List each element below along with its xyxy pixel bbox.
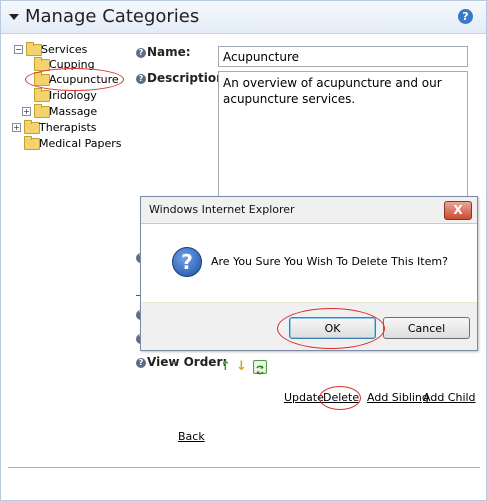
tree-label: Iridology	[49, 89, 97, 102]
description-textarea[interactable]: An overview of acupuncture and our acupu…	[218, 71, 468, 197]
folder-icon	[26, 42, 42, 56]
view-order-label-text: View Order:	[147, 355, 228, 369]
cancel-button[interactable]: Cancel	[383, 317, 470, 339]
dialog-title-bar: Windows Internet Explorer X	[141, 197, 477, 224]
back-link[interactable]: Back	[178, 430, 205, 443]
expand-icon[interactable]: +	[22, 107, 31, 116]
folder-icon	[34, 88, 50, 102]
refresh-icon-glyph	[256, 365, 264, 375]
move-down-icon[interactable]: ↓	[236, 359, 247, 374]
name-input[interactable]: Acupuncture	[218, 46, 468, 67]
collapse-arrow-icon[interactable]	[9, 14, 19, 20]
dialog-message: Are You Sure You Wish To Delete This Ite…	[211, 255, 448, 268]
add-child-link[interactable]: Add Child	[423, 391, 476, 404]
update-link[interactable]: Update	[284, 391, 324, 404]
collapse-icon[interactable]: −	[14, 45, 23, 54]
footer-divider	[8, 467, 480, 468]
folder-icon	[24, 136, 40, 150]
move-up-icon[interactable]: ↑	[220, 359, 231, 374]
tree-label: Acupuncture	[49, 73, 119, 86]
page-title: Manage Categories	[25, 6, 200, 27]
name-label-text: Name:	[147, 45, 191, 59]
close-button[interactable]: X	[444, 201, 472, 220]
view-order-label: ? View Order:	[136, 355, 227, 369]
help-icon[interactable]: ?	[458, 9, 473, 24]
confirm-dialog: Windows Internet Explorer X ? Are You Su…	[140, 196, 478, 351]
add-sibling-link[interactable]: Add Sibling	[367, 391, 429, 404]
folder-icon	[34, 57, 50, 71]
title-bar: Manage Categories ?	[1, 1, 486, 34]
tree-label: Massage	[49, 105, 98, 118]
tree-label: Medical Papers	[39, 137, 122, 150]
description-label: ? Description:	[136, 71, 229, 85]
delete-link[interactable]: Delete	[323, 391, 359, 404]
folder-icon	[34, 72, 50, 86]
tree-label: Therapists	[39, 121, 97, 134]
tree-label: Services	[41, 43, 88, 56]
refresh-icon[interactable]	[253, 360, 267, 375]
ok-button[interactable]: OK	[289, 317, 376, 339]
folder-icon	[24, 120, 40, 134]
folder-icon	[34, 104, 50, 118]
tree-label: Cupping	[49, 58, 95, 71]
question-icon: ?	[172, 247, 202, 277]
help-icon[interactable]: ?	[136, 357, 146, 368]
help-icon[interactable]: ?	[136, 47, 146, 58]
expand-icon[interactable]: +	[12, 123, 21, 132]
name-label: ? Name:	[136, 45, 191, 59]
dialog-title: Windows Internet Explorer	[149, 203, 295, 216]
help-icon[interactable]: ?	[136, 73, 146, 84]
